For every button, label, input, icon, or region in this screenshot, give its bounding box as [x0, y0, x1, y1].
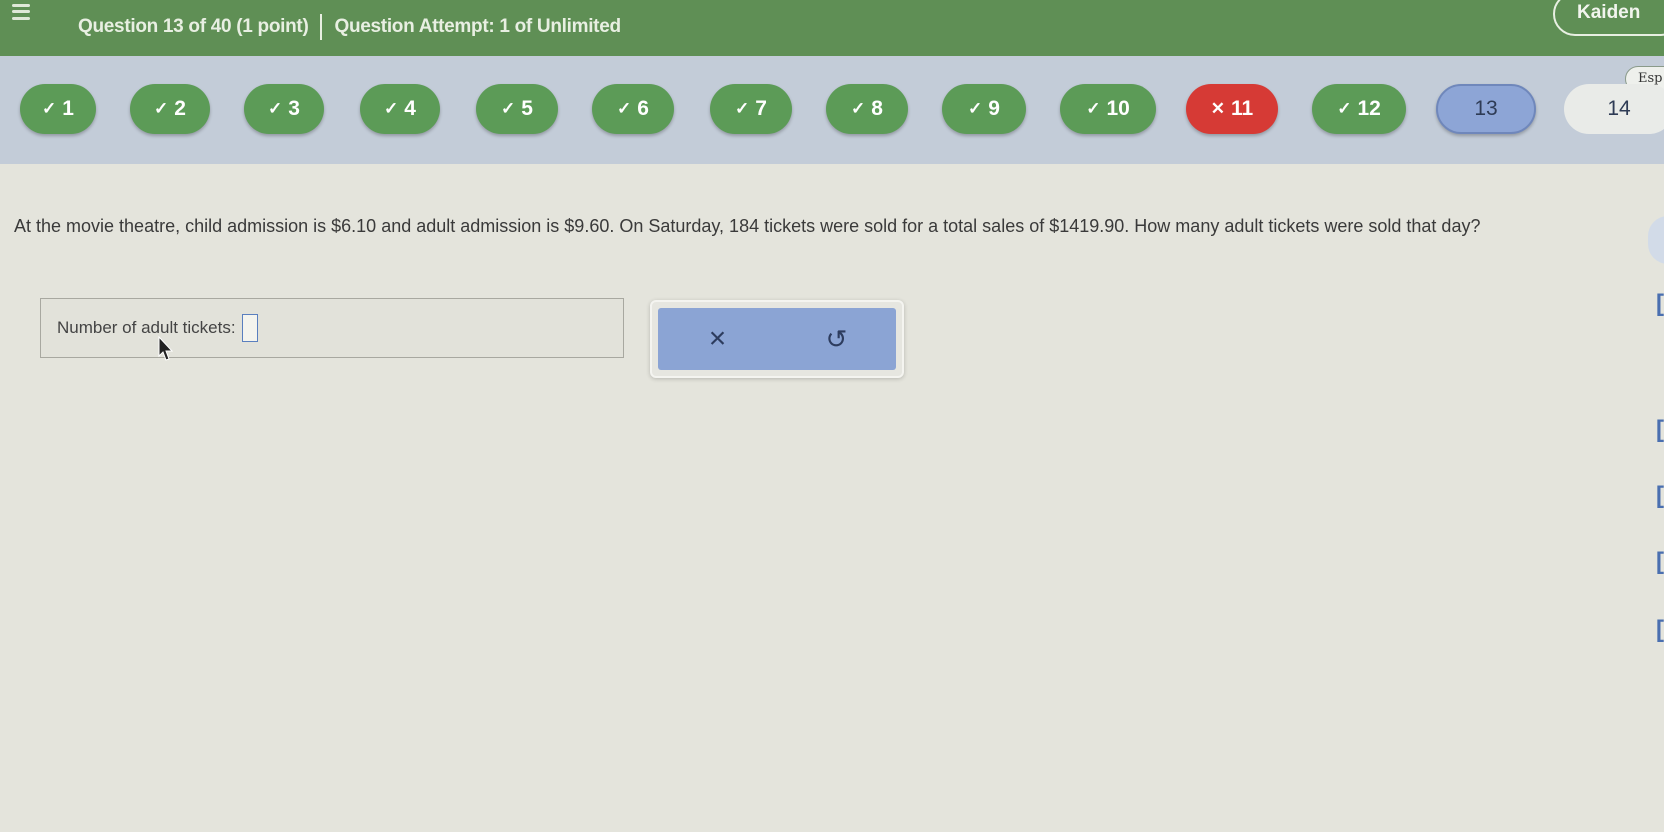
question-nav-button-11[interactable]: ✕ 11 — [1186, 84, 1278, 134]
question-text: At the movie theatre, child admission is… — [14, 216, 1481, 236]
question-nav-button-5[interactable]: ✓ 5 — [476, 84, 558, 134]
mouse-cursor-icon — [158, 336, 174, 361]
checkmark-icon: ✓ — [501, 99, 516, 118]
question-nav-button-13[interactable]: 13 — [1436, 84, 1536, 134]
question-nav-button-2[interactable]: ✓ 2 — [130, 84, 210, 134]
question-nav-label: 13 — [1474, 97, 1498, 120]
answer-label: Number of adult tickets: — [57, 318, 236, 337]
question-nav-button-10[interactable]: ✓ 10 — [1060, 84, 1156, 134]
user-name: Kaiden — [1577, 2, 1641, 23]
checkmark-icon: ✓ — [154, 99, 169, 118]
answer-tools-panel: × ↺ — [650, 300, 904, 378]
question-nav-label: 4 — [404, 97, 416, 120]
answer-box: Number of adult tickets: — [40, 298, 624, 358]
clear-button[interactable]: × — [688, 314, 748, 364]
checkmark-icon: ✓ — [735, 99, 750, 118]
checkmark-icon: ✓ — [384, 99, 399, 118]
question-nav-label: 7 — [755, 97, 767, 120]
question-nav-label: 5 — [521, 97, 533, 120]
question-nav-button-6[interactable]: ✓ 6 — [592, 84, 674, 134]
question-nav-button-1[interactable]: ✓ 1 — [20, 84, 96, 134]
close-icon: × — [708, 322, 727, 355]
question-nav-button-12[interactable]: ✓ 12 — [1312, 84, 1406, 134]
x-mark-icon: ✕ — [1210, 99, 1226, 118]
question-nav-button-9[interactable]: ✓ 9 — [942, 84, 1026, 134]
checkmark-icon: ✓ — [851, 99, 866, 118]
side-tool-icon[interactable]: [ — [1656, 616, 1664, 644]
question-nav-button-4[interactable]: ✓ 4 — [360, 84, 440, 134]
question-nav-label: 3 — [288, 97, 300, 120]
question-nav-label: 1 — [62, 97, 74, 120]
checkmark-icon: ✓ — [1337, 99, 1352, 118]
side-tool-icon[interactable]: [ — [1656, 482, 1664, 510]
question-number-label: Question 13 of 40 (1 point) — [78, 16, 309, 37]
top-bar: Question 13 of 40 (1 point) Question Att… — [0, 0, 1664, 56]
question-nav-label: 11 — [1231, 97, 1254, 120]
answer-tools: × ↺ — [658, 308, 896, 370]
question-nav-label: 9 — [988, 97, 1000, 120]
side-tool-icon[interactable]: [ — [1656, 290, 1664, 318]
attempt-label: Question Attempt: 1 of Unlimited — [334, 16, 621, 37]
header-divider — [320, 14, 323, 40]
question-nav-label: 10 — [1106, 97, 1130, 120]
question-nav-label: 6 — [637, 97, 649, 120]
checkmark-icon: ✓ — [1086, 99, 1101, 118]
undo-button[interactable]: ↺ — [807, 314, 867, 364]
checkmark-icon: ✓ — [42, 99, 57, 118]
user-menu-button[interactable]: Kaiden — [1553, 0, 1664, 36]
question-nav-button-7[interactable]: ✓ 7 — [710, 84, 792, 134]
question-nav-label: 8 — [871, 97, 883, 120]
adult-tickets-input[interactable] — [241, 314, 258, 342]
checkmark-icon: ✓ — [968, 99, 983, 118]
question-nav-label: 12 — [1357, 97, 1381, 120]
checkmark-icon: ✓ — [617, 99, 632, 118]
side-tool-icon[interactable]: [ — [1656, 548, 1664, 576]
question-info: Question 13 of 40 (1 point) Question Att… — [78, 14, 621, 40]
question-navigation: Esp ✓ 1 ✓ 2 ✓ 3 ✓ 4 ✓ 5 ✓ 6 ✓ 7 ✓ 8 ✓ 9 ✓ 10 ✕ 11 ✓ 12 13 14 — [0, 56, 1664, 164]
question-content: At the movie theatre, child admission is… — [0, 164, 1664, 832]
side-tool-icon[interactable]: [ — [1656, 416, 1664, 444]
question-nav-button-3[interactable]: ✓ 3 — [244, 84, 324, 134]
hamburger-menu-icon[interactable] — [6, 0, 36, 24]
question-nav-label: 2 — [174, 97, 186, 120]
question-nav-button-14[interactable]: 14 — [1564, 84, 1664, 134]
checkmark-icon: ✓ — [268, 99, 283, 118]
question-nav-label: 14 — [1607, 97, 1631, 120]
undo-icon: ↺ — [825, 323, 848, 354]
question-nav-button-8[interactable]: ✓ 8 — [826, 84, 908, 134]
